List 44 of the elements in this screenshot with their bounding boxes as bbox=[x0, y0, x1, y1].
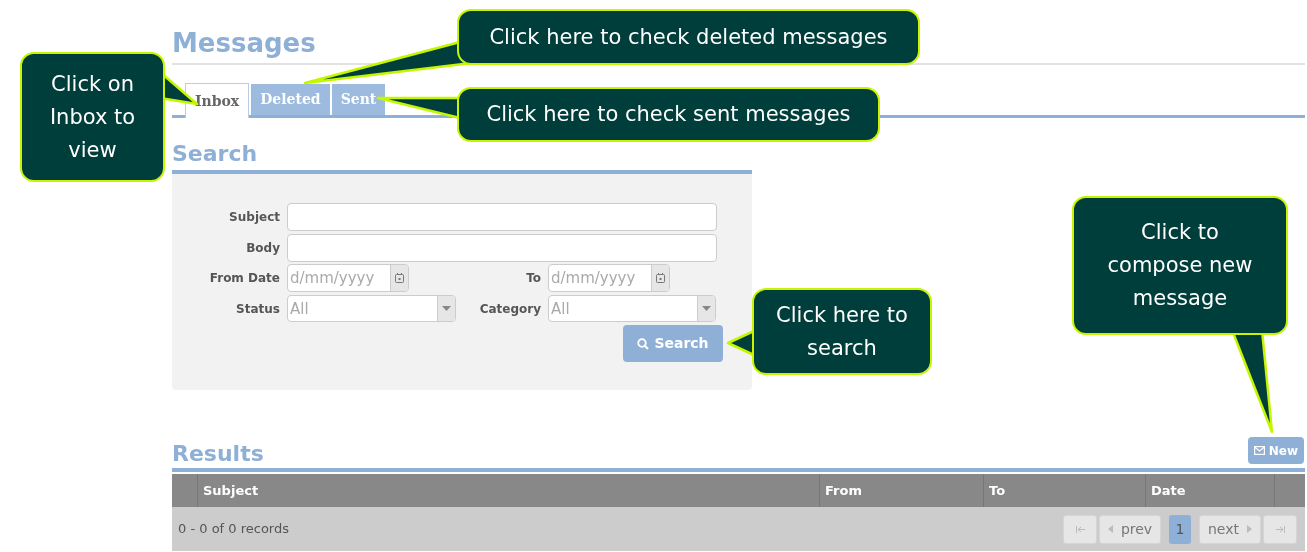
record-count: 0 - 0 of 0 records bbox=[178, 520, 289, 539]
section-heading: Search bbox=[172, 140, 258, 168]
prev-button[interactable]: prev bbox=[1099, 514, 1161, 544]
field-label: Subject bbox=[228, 209, 280, 226]
text-field[interactable] bbox=[287, 203, 717, 231]
last-page-icon bbox=[1275, 525, 1285, 533]
last-page-button[interactable] bbox=[1263, 514, 1297, 544]
text-field[interactable] bbox=[287, 234, 717, 262]
first-page-button[interactable] bbox=[1063, 514, 1097, 544]
page-button[interactable]: 1 bbox=[1169, 514, 1191, 544]
section-heading: Results bbox=[172, 440, 264, 468]
field-label: From Date bbox=[208, 270, 280, 287]
right-triangle-icon bbox=[1247, 525, 1252, 533]
caret-icon bbox=[702, 306, 711, 311]
calendar-icon bbox=[395, 273, 404, 283]
tab[interactable]: Deleted bbox=[251, 84, 330, 115]
search-button[interactable]: Search bbox=[623, 325, 723, 362]
date-field[interactable]: d/mm/yyyy bbox=[287, 264, 409, 292]
callout: Click here to check sent messages bbox=[457, 87, 880, 142]
field-label: Status bbox=[235, 301, 280, 318]
envelope-icon bbox=[1253, 446, 1265, 455]
date-field[interactable]: d/mm/yyyy bbox=[548, 264, 670, 292]
column-header: From bbox=[825, 481, 862, 500]
callout: Click to compose new message bbox=[1072, 196, 1288, 335]
dropdown[interactable]: All bbox=[287, 295, 456, 322]
field-label: Body bbox=[245, 240, 280, 257]
dropdown[interactable]: All bbox=[548, 295, 716, 322]
column-header: Subject bbox=[203, 481, 259, 500]
field-label: To bbox=[525, 270, 541, 287]
first-page-icon bbox=[1075, 525, 1085, 533]
column-header: To bbox=[989, 481, 1006, 500]
caret-icon bbox=[442, 306, 451, 311]
search-icon bbox=[637, 337, 650, 350]
tab[interactable]: Inbox bbox=[185, 83, 250, 118]
left-triangle-icon bbox=[1107, 525, 1113, 533]
page-title: Messages bbox=[172, 27, 316, 60]
field-label: Category bbox=[478, 301, 541, 318]
column-header: Date bbox=[1151, 481, 1186, 500]
callout: Click here to search bbox=[752, 288, 932, 375]
callout: Click here to check deleted messages bbox=[457, 9, 920, 65]
new-button[interactable]: New bbox=[1247, 437, 1304, 464]
next-button[interactable]: next bbox=[1199, 514, 1261, 544]
callout: Click on Inbox to view bbox=[20, 52, 165, 182]
calendar-icon bbox=[656, 273, 665, 283]
